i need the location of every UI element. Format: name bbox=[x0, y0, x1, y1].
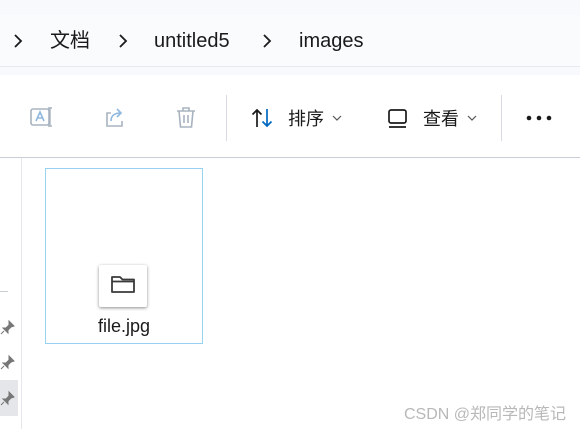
view-button[interactable]: 查看 bbox=[387, 105, 477, 131]
pin-icon[interactable] bbox=[0, 354, 16, 372]
sort-label: 排序 bbox=[288, 109, 324, 129]
nav-divider bbox=[0, 291, 8, 292]
rename-button[interactable] bbox=[29, 104, 55, 130]
trash-icon bbox=[173, 104, 199, 130]
chevron-right-icon[interactable] bbox=[260, 32, 274, 50]
breadcrumb-item-images[interactable]: images bbox=[299, 28, 363, 54]
toolbar-divider bbox=[226, 95, 227, 141]
file-name: file.jpg bbox=[97, 316, 151, 336]
share-button[interactable] bbox=[102, 104, 128, 130]
watermark: CSDN @郑同学的笔记 bbox=[403, 406, 566, 423]
delete-button[interactable] bbox=[173, 104, 199, 130]
breadcrumb-item-untitled5[interactable]: untitled5 bbox=[154, 28, 230, 54]
toolbar-divider bbox=[501, 95, 502, 141]
pin-icon[interactable] bbox=[0, 319, 16, 337]
more-options-button[interactable] bbox=[525, 112, 553, 124]
folder-icon bbox=[110, 273, 136, 300]
breadcrumb-item-documents[interactable]: 文档 bbox=[50, 28, 90, 54]
chevron-right-icon[interactable] bbox=[11, 32, 25, 50]
sort-button[interactable]: 排序 bbox=[250, 105, 342, 131]
view-icon bbox=[387, 106, 409, 130]
rename-icon bbox=[29, 104, 55, 130]
share-icon bbox=[102, 104, 128, 130]
pin-icon[interactable] bbox=[0, 390, 16, 408]
sort-icon bbox=[250, 106, 274, 130]
more-icon bbox=[525, 112, 553, 124]
chevron-right-icon[interactable] bbox=[116, 32, 130, 50]
chevron-down-icon bbox=[467, 114, 477, 122]
view-label: 查看 bbox=[423, 109, 459, 129]
file-thumbnail[interactable] bbox=[99, 265, 147, 307]
chevron-down-icon bbox=[332, 114, 342, 122]
